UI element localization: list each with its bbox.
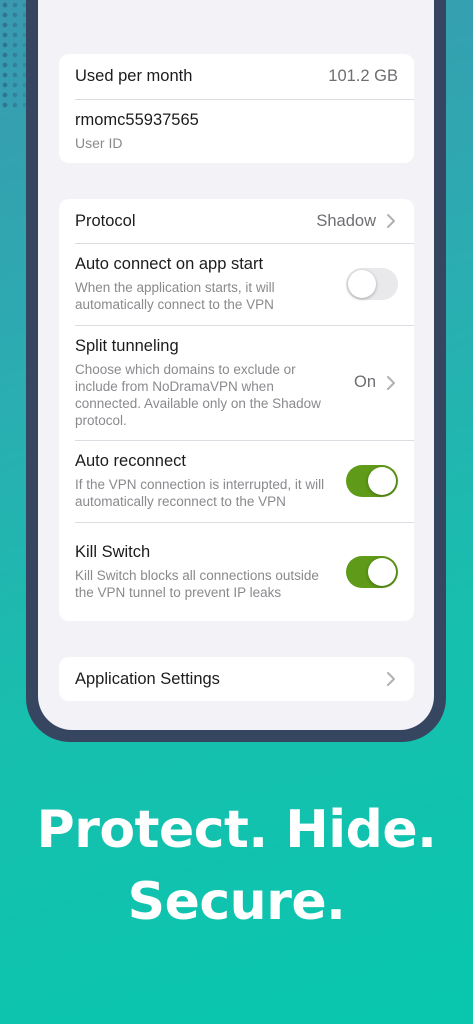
phone-frame: Used per month 101.2 GB rmomc55937565 Us… — [26, 0, 446, 742]
kill-switch-row: Kill Switch Kill Switch blocks all conne… — [59, 522, 414, 621]
protocol-value: Shadow — [316, 211, 376, 230]
app-settings-label: Application Settings — [75, 669, 220, 688]
user-id-value: rmomc55937565 — [75, 110, 199, 129]
usage-row: Used per month 101.2 GB — [59, 54, 414, 99]
kill-switch-label: Kill Switch — [75, 542, 151, 561]
user-id-label: User ID — [75, 134, 123, 151]
auto-connect-row: Auto connect on app start When the appli… — [59, 243, 414, 325]
auto-reconnect-toggle[interactable] — [346, 465, 398, 497]
auto-connect-toggle[interactable] — [346, 268, 398, 300]
chevron-right-icon — [387, 214, 395, 228]
protocol-row[interactable]: Protocol Shadow — [59, 199, 414, 243]
auto-reconnect-description: If the VPN connection is interrupted, it… — [75, 477, 325, 509]
split-tunneling-description: Choose which domains to exclude or inclu… — [75, 361, 321, 428]
app-settings-row[interactable]: Application Settings — [59, 657, 414, 701]
protocol-label: Protocol — [75, 211, 136, 230]
split-tunneling-label: Split tunneling — [75, 336, 179, 355]
auto-reconnect-row: Auto reconnect If the VPN connection is … — [59, 440, 414, 522]
app-settings-card: Application Settings — [59, 657, 414, 701]
phone-screen: Used per month 101.2 GB rmomc55937565 Us… — [38, 0, 434, 730]
split-tunneling-row[interactable]: Split tunneling Choose which domains to … — [59, 325, 414, 440]
promo-headline-line1: Protect. Hide. — [36, 800, 437, 860]
auto-connect-label: Auto connect on app start — [75, 255, 264, 273]
settings-card: Protocol Shadow Auto connect on app star… — [59, 199, 414, 621]
kill-switch-description: Kill Switch blocks all connections outsi… — [75, 567, 319, 600]
usage-value: 101.2 GB — [328, 67, 398, 85]
user-id-row: rmomc55937565 User ID — [59, 99, 414, 163]
chevron-right-icon — [387, 375, 395, 390]
auto-reconnect-label: Auto reconnect — [75, 452, 186, 470]
chevron-right-icon — [387, 672, 395, 686]
split-tunneling-value: On — [353, 373, 376, 391]
promo-headline-line2: Secure. — [127, 872, 346, 932]
account-card: Used per month 101.2 GB rmomc55937565 Us… — [59, 54, 414, 163]
usage-label: Used per month — [75, 67, 193, 85]
kill-switch-toggle[interactable] — [346, 555, 398, 588]
auto-connect-description: When the application starts, it will aut… — [75, 280, 275, 312]
